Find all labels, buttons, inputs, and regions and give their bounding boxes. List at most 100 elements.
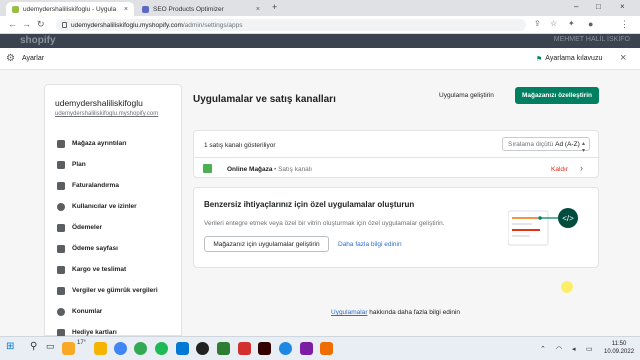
apps-learn-link[interactable]: Uygulamalar bbox=[331, 309, 368, 316]
share-icon[interactable]: ⇪ bbox=[534, 19, 541, 28]
back-icon[interactable]: ← bbox=[8, 19, 17, 29]
store-url-link[interactable]: udemydershaliliskifoglu.myshopify.com bbox=[55, 111, 158, 117]
checkout-icon bbox=[57, 244, 65, 253]
search-icon[interactable]: ⚲ bbox=[30, 341, 37, 352]
obs-icon[interactable] bbox=[196, 342, 209, 355]
sort-chevron-icon: ▴ ▾ bbox=[581, 141, 585, 154]
windows-start-icon[interactable]: ⊞ bbox=[6, 341, 14, 352]
sidebar-item-label: Kullanıcılar ve izinler bbox=[72, 203, 137, 210]
chrome-active-icon[interactable] bbox=[279, 342, 292, 355]
new-tab-icon[interactable]: + bbox=[272, 2, 277, 12]
app-orange-icon[interactable] bbox=[320, 342, 333, 355]
tax-icon bbox=[57, 286, 65, 295]
remove-channel-link[interactable]: Kaldır bbox=[551, 166, 568, 173]
customize-store-button[interactable]: Mağazanızı özelleştirin bbox=[515, 87, 599, 104]
sidebar-item-label: Vergiler ve gümrük vergileri bbox=[72, 287, 158, 294]
channel-row-online-store[interactable]: Online Mağaza • Satış kanalı Kaldır › bbox=[194, 157, 600, 179]
sidebar-item-label: Faturalandırma bbox=[72, 182, 119, 189]
windows-taskbar: ⊞ ⚲ ▭ 17° ⌃ ◠ ◂ ▭ 11:50 10.09.2022 bbox=[0, 336, 640, 360]
volume-icon[interactable]: ◂ bbox=[572, 345, 576, 353]
sidebar-item-payments[interactable]: Ödemeler bbox=[45, 217, 183, 238]
tray-chevron-icon[interactable]: ⌃ bbox=[540, 345, 546, 353]
app-icon[interactable] bbox=[217, 342, 230, 355]
code-illustration: </> bbox=[508, 208, 578, 246]
browser-tab-bar: udemydershaliliskifoglu - Uygula × SEO P… bbox=[0, 0, 640, 16]
sort-prefix: Sıralama ölçütü bbox=[508, 140, 554, 148]
close-window-icon[interactable]: × bbox=[620, 2, 625, 11]
battery-icon[interactable]: ▭ bbox=[586, 345, 593, 353]
task-view-icon[interactable]: ▭ bbox=[46, 341, 55, 352]
app-favicon-icon bbox=[142, 5, 149, 13]
forward-icon[interactable]: → bbox=[22, 19, 31, 29]
billing-icon bbox=[57, 181, 65, 190]
illustrator-icon[interactable] bbox=[258, 342, 271, 355]
file-explorer-icon[interactable] bbox=[94, 342, 107, 355]
sidebar-item-locations[interactable]: Konumlar bbox=[45, 301, 183, 322]
weather-temp: 17° bbox=[77, 340, 87, 346]
store-app-icon[interactable] bbox=[176, 342, 189, 355]
payment-icon bbox=[57, 223, 65, 232]
svg-text:</>: </> bbox=[562, 214, 574, 223]
close-tab-icon[interactable]: × bbox=[256, 6, 260, 13]
sidebar-item-plan[interactable]: Plan bbox=[45, 154, 183, 175]
spotify-icon[interactable] bbox=[155, 342, 168, 355]
sidebar-item-users[interactable]: Kullanıcılar ve izinler bbox=[45, 196, 183, 217]
close-tab-icon[interactable]: × bbox=[124, 6, 128, 13]
maximize-icon[interactable]: □ bbox=[596, 2, 601, 11]
close-icon[interactable]: × bbox=[620, 52, 626, 64]
sort-select[interactable]: Sıralama ölçütü Ad (A-Z) ▴ ▾ bbox=[502, 137, 590, 154]
bookmark-star-icon[interactable]: ☆ bbox=[550, 19, 557, 28]
wifi-icon[interactable]: ◠ bbox=[556, 345, 562, 353]
custom-apps-card: Benzersiz ihtiyaçlarınız için özel uygul… bbox=[193, 187, 599, 268]
setup-guide-label: Ayarlama kılavuzu bbox=[545, 55, 603, 62]
sidebar-item-store-details[interactable]: Mağaza ayrıntıları bbox=[45, 133, 183, 154]
chrome-icon[interactable] bbox=[134, 342, 147, 355]
system-clock[interactable]: 11:50 10.09.2022 bbox=[604, 340, 634, 356]
channel-name: Online Mağaza bbox=[227, 166, 273, 173]
develop-apps-button[interactable]: Uygulama geliştirin bbox=[439, 92, 494, 99]
learn-more-link[interactable]: Daha fazla bilgi edinin bbox=[338, 241, 402, 248]
minimize-icon[interactable]: – bbox=[574, 2, 578, 11]
online-store-icon bbox=[203, 164, 212, 173]
edge-icon[interactable] bbox=[114, 342, 127, 355]
store-name: udemydershaliliskifoglu bbox=[55, 98, 143, 108]
sidebar-item-label: Konumlar bbox=[72, 308, 103, 315]
sidebar-item-shipping[interactable]: Kargo ve teslimat bbox=[45, 259, 183, 280]
clock-time: 11:50 bbox=[611, 341, 627, 347]
custom-apps-title: Benzersiz ihtiyaçlarınız için özel uygul… bbox=[204, 200, 415, 209]
user-icon bbox=[57, 202, 65, 211]
channel-count: 1 satış kanalı gösteriliyor bbox=[204, 142, 276, 149]
sort-value: Ad (A-Z) bbox=[555, 140, 580, 148]
shopify-admin-header: shopify MEHMET HALİL İSKİFO bbox=[0, 34, 640, 48]
modal-header: ⚙ Ayarlar ⚑ Ayarlama kılavuzu × bbox=[0, 48, 640, 70]
browser-tab-active[interactable]: udemydershaliliskifoglu - Uygula × bbox=[6, 2, 134, 16]
footer-text: hakkında daha fazla bilgi edinin bbox=[367, 309, 461, 316]
sidebar-item-label: Ödeme sayfası bbox=[72, 245, 118, 252]
gear-icon: ⚙ bbox=[6, 53, 15, 64]
url-field[interactable]: udemydershaliliskifoglu.myshopify.com/ad… bbox=[56, 19, 526, 31]
sidebar-item-checkout[interactable]: Ödeme sayfası bbox=[45, 238, 183, 259]
profile-icon[interactable]: ● bbox=[588, 19, 593, 29]
lock-icon bbox=[62, 22, 67, 28]
sidebar-item-billing[interactable]: Faturalandırma bbox=[45, 175, 183, 196]
sidebar-item-taxes[interactable]: Vergiler ve gümrük vergileri bbox=[45, 280, 183, 301]
browser-menu-icon[interactable]: ⋮ bbox=[620, 19, 629, 30]
store-icon bbox=[57, 139, 65, 148]
shopify-favicon-icon bbox=[12, 5, 19, 13]
reload-icon[interactable]: ↻ bbox=[37, 19, 45, 30]
media-icon[interactable] bbox=[300, 342, 313, 355]
modal-title: Ayarlar bbox=[22, 55, 45, 62]
account-name[interactable]: MEHMET HALİL İSKİFO bbox=[554, 36, 630, 43]
acrobat-icon[interactable] bbox=[238, 342, 251, 355]
develop-store-apps-button[interactable]: Mağazanız için uygulamalar geliştirin bbox=[204, 236, 329, 252]
weather-icon[interactable] bbox=[62, 342, 75, 355]
address-bar: ← → ↻ udemydershaliliskifoglu.myshopify.… bbox=[0, 16, 640, 34]
mouse-cursor-highlight bbox=[561, 281, 573, 293]
plan-icon bbox=[57, 160, 65, 169]
settings-modal: ⚙ Ayarlar ⚑ Ayarlama kılavuzu × udemyder… bbox=[0, 48, 640, 337]
url-path: /admin/settings/apps bbox=[182, 21, 243, 29]
chevron-right-icon[interactable]: › bbox=[580, 163, 583, 173]
browser-tab[interactable]: SEO Products Optimizer × bbox=[136, 2, 266, 16]
setup-guide-link[interactable]: ⚑ Ayarlama kılavuzu bbox=[536, 55, 602, 63]
extensions-icon[interactable]: ✦ bbox=[568, 19, 575, 28]
